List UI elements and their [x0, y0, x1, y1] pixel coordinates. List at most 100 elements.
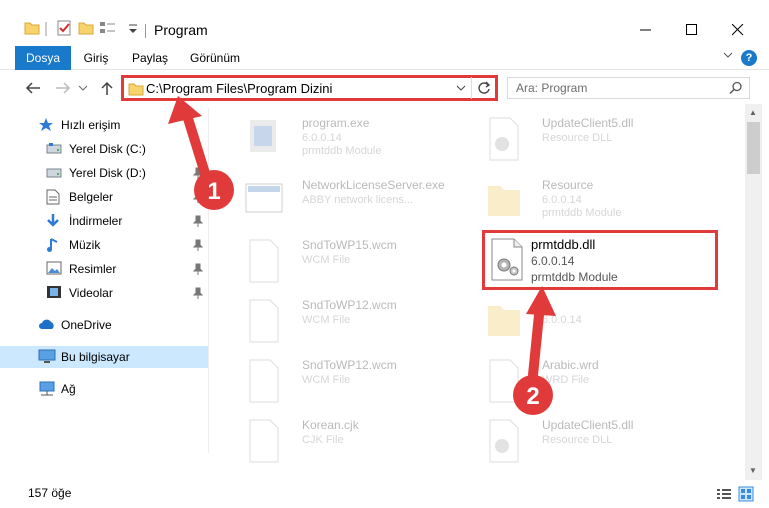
- network-icon: [38, 381, 55, 397]
- search-placeholder: Ara: Program: [516, 81, 588, 95]
- scrollbar-thumb[interactable]: [747, 122, 760, 174]
- file-item[interactable]: UpdateClient5.dll Resource DLL: [472, 412, 712, 470]
- title-bar: Program: [0, 0, 769, 44]
- back-button[interactable]: [22, 78, 44, 98]
- file-item[interactable]: NetworkLicenseServer.exe ABBY network li…: [232, 172, 472, 230]
- exe-file-icon: [242, 114, 286, 164]
- details-view-icon[interactable]: [716, 486, 732, 502]
- expand-ribbon-icon[interactable]: [723, 52, 733, 63]
- new-folder-icon[interactable]: [78, 20, 94, 39]
- pin-icon[interactable]: [192, 143, 204, 158]
- file-detail: Resource DLL: [542, 132, 613, 144]
- tab-view[interactable]: Görünüm: [185, 46, 245, 70]
- file-detail: CJK File: [302, 434, 344, 446]
- tab-file[interactable]: Dosya: [15, 46, 71, 70]
- pin-icon[interactable]: [192, 287, 204, 302]
- sidebar-item-documents[interactable]: Belgeler: [0, 186, 208, 208]
- pin-icon[interactable]: [192, 191, 204, 206]
- forward-button[interactable]: [52, 78, 74, 98]
- search-input[interactable]: Ara: Program: [507, 77, 750, 99]
- sidebar-item-label: Ağ: [61, 382, 76, 396]
- navigation-pane: Hızlı erişim Yerel Disk (C:) Yerel Disk …: [0, 108, 210, 453]
- recent-locations-button[interactable]: [76, 78, 90, 98]
- drive-icon: [46, 166, 62, 182]
- sidebar-item-downloads[interactable]: İndirmeler: [0, 210, 208, 232]
- vertical-scrollbar[interactable]: ▲ ▼: [745, 104, 762, 480]
- generic-file-icon: [242, 236, 286, 286]
- scroll-down-icon[interactable]: ▼: [749, 466, 757, 475]
- sidebar-item-label: İndirmeler: [69, 214, 123, 228]
- computer-icon: [38, 349, 56, 365]
- file-item[interactable]: Korean.cjk CJK File: [232, 412, 472, 470]
- properties-icon[interactable]: [56, 20, 72, 39]
- file-detail: 6.0.0.14: [542, 194, 582, 206]
- sidebar-item-quick-access[interactable]: Hızlı erişim: [0, 114, 208, 136]
- large-icons-view-icon[interactable]: [738, 486, 754, 502]
- file-name: prmtddb.dll: [531, 237, 596, 252]
- sidebar-item-local-disk-c[interactable]: Yerel Disk (C:): [0, 138, 208, 160]
- dll-file-icon: [482, 114, 526, 164]
- search-icon[interactable]: [729, 81, 743, 98]
- up-button[interactable]: [96, 78, 118, 98]
- download-icon: [46, 213, 62, 229]
- file-version: 6.0.0.14: [531, 254, 575, 268]
- file-detail: 6.0.0.14: [302, 132, 342, 144]
- pictures-icon: [46, 261, 62, 277]
- file-item[interactable]: SndToWP12.wcm WCM File: [232, 292, 472, 350]
- folder-icon: [482, 176, 526, 226]
- pin-icon[interactable]: [192, 215, 204, 230]
- scroll-up-icon[interactable]: ▲: [749, 108, 757, 117]
- file-item[interactable]: Arabic.wrd WRD File: [472, 352, 712, 410]
- title-separator: [145, 24, 146, 38]
- star-icon: [38, 117, 54, 133]
- sidebar-item-videos[interactable]: Videolar: [0, 282, 208, 304]
- pin-icon[interactable]: [192, 263, 204, 278]
- chevron-down-icon[interactable]: [455, 82, 467, 97]
- refresh-button[interactable]: [471, 77, 495, 99]
- close-button[interactable]: [715, 15, 761, 45]
- address-path[interactable]: C:\Program Files\Program Dizini: [146, 81, 332, 96]
- file-name: UpdateClient5.dll: [542, 418, 634, 432]
- status-bar: 157 öğe: [0, 480, 769, 508]
- file-detail: WCM File: [302, 374, 351, 386]
- sidebar-item-network[interactable]: Ağ: [0, 378, 208, 400]
- file-detail: ABBY network licens...: [302, 194, 414, 206]
- file-item[interactable]: 6.0.0.14: [472, 292, 712, 350]
- file-name: SndToWP15.wcm: [302, 238, 397, 252]
- sidebar-item-onedrive[interactable]: OneDrive: [0, 314, 208, 336]
- sidebar-item-label: Yerel Disk (C:): [69, 142, 146, 156]
- sidebar-divider: [208, 108, 209, 453]
- file-item[interactable]: SndToWP12.wcm WCM File: [232, 352, 472, 410]
- maximize-button[interactable]: [669, 15, 715, 45]
- file-item[interactable]: SndToWP15.wcm WCM File: [232, 232, 472, 290]
- file-name: Resource: [542, 178, 594, 192]
- file-item[interactable]: program.exe 6.0.0.14 prmtddb Module: [232, 110, 472, 168]
- generic-file-icon: [482, 356, 526, 406]
- file-item[interactable]: UpdateClient5.dll Resource DLL: [472, 110, 712, 168]
- sidebar-item-local-disk-d[interactable]: Yerel Disk (D:): [0, 162, 208, 184]
- minimize-button[interactable]: [623, 15, 669, 45]
- help-button[interactable]: ?: [741, 50, 757, 66]
- sidebar-item-music[interactable]: Müzik: [0, 234, 208, 256]
- ribbon: Dosya Giriş Paylaş Görünüm ?: [0, 46, 769, 70]
- view-options-icon[interactable]: [99, 20, 117, 39]
- generic-file-icon: [242, 296, 286, 346]
- generic-file-icon: [242, 416, 286, 466]
- sidebar-item-label: Müzik: [69, 238, 101, 252]
- sidebar-item-this-pc[interactable]: Bu bilgisayar: [0, 346, 208, 368]
- tab-home[interactable]: Giriş: [75, 46, 117, 70]
- dll-gear-file-icon: [489, 238, 525, 285]
- tab-share[interactable]: Paylaş: [127, 46, 173, 70]
- pin-icon[interactable]: [192, 167, 204, 182]
- file-detail: WCM File: [302, 314, 351, 326]
- customize-toolbar-icon[interactable]: [128, 22, 138, 39]
- file-list: program.exe 6.0.0.14 prmtddb Module Upda…: [222, 108, 744, 478]
- file-item[interactable]: Resource 6.0.0.14 prmtddb Module: [472, 172, 712, 230]
- sidebar-item-pictures[interactable]: Resimler: [0, 258, 208, 280]
- highlighted-file-prmtddb[interactable]: prmtddb.dll 6.0.0.14 prmtddb Module: [482, 230, 718, 290]
- file-name: program.exe: [302, 116, 370, 130]
- file-name: Korean.cjk: [302, 418, 359, 432]
- file-detail: WRD File: [542, 374, 590, 386]
- address-bar[interactable]: C:\Program Files\Program Dizini: [121, 75, 498, 101]
- pin-icon[interactable]: [192, 239, 204, 254]
